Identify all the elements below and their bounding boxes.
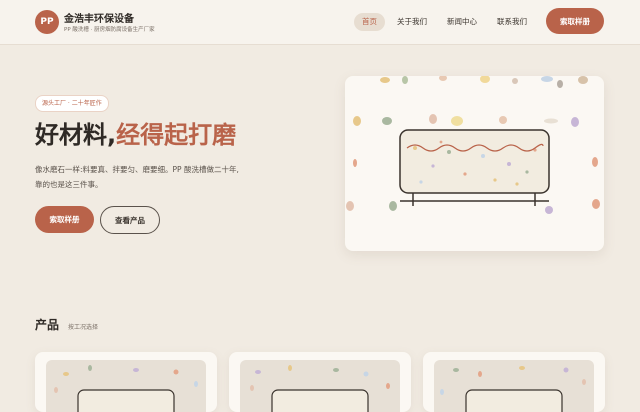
hero-request-catalog-button[interactable]: 索取样册 [35, 206, 94, 233]
product-card[interactable] [423, 352, 605, 412]
terrazzo-tank-thumbnail-icon [54, 365, 198, 412]
hero-tag-badge: 源头工厂 · 二十年匠作 [35, 95, 109, 112]
site-header: PP 金浩丰环保设备 PP 酸洗槽 · 厨房烟防腐设备生产厂家 首页 关于我们 … [0, 0, 640, 45]
hero-description: 像水磨石一样:料要真、拌要匀、磨要细。PP 酸洗槽做二十年,靠的也是这三件事。 [35, 165, 239, 189]
nav-item-news[interactable]: 新闻中心 [442, 13, 482, 31]
nav-item-about[interactable]: 关于我们 [392, 13, 432, 31]
nav-item-home[interactable]: 首页 [354, 13, 385, 31]
products-section-title: 产品 [35, 318, 60, 332]
header-request-catalog-button[interactable]: 索取样册 [546, 8, 604, 34]
hero-title-part2: 经得起打磨 [116, 121, 237, 149]
nav-item-contact[interactable]: 联系我们 [492, 13, 532, 31]
hero-title: 好材料,经得起打磨 [35, 118, 236, 152]
product-card[interactable] [229, 352, 411, 412]
product-card[interactable] [35, 352, 217, 412]
product-thumbnail [240, 360, 400, 412]
terrazzo-tank-thumbnail-icon [440, 366, 586, 412]
product-thumbnail [46, 360, 206, 412]
hero-illustration-card [345, 76, 604, 251]
main-nav: 首页 关于我们 新闻中心 联系我们 [0, 13, 640, 31]
terrazzo-tank-thumbnail-icon [250, 365, 390, 412]
product-thumbnail [434, 360, 594, 412]
terrazzo-tank-illustration-icon [346, 76, 600, 214]
products-section-subtitle: 按工况选择 [68, 324, 99, 331]
hero-view-products-button[interactable]: 查看产品 [100, 206, 160, 234]
hero-title-part1: 好材料, [35, 121, 117, 149]
